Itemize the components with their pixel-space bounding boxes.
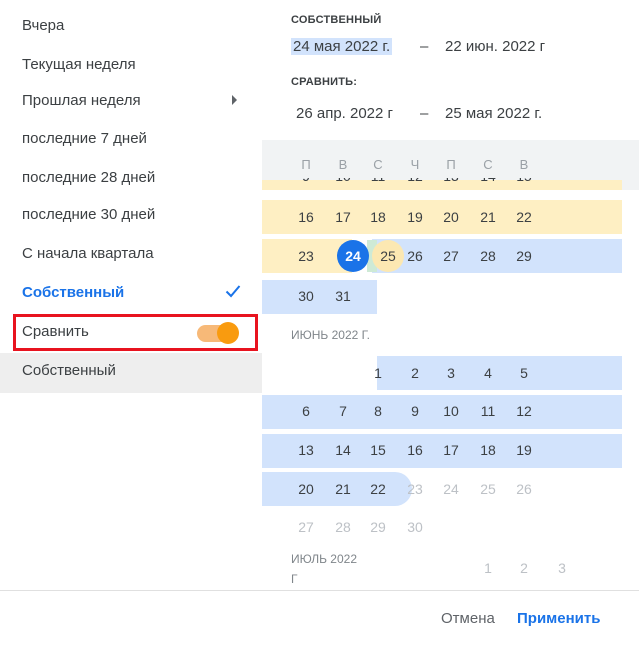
compare-end-field[interactable]: 25 мая 2022 г. — [445, 103, 542, 125]
calendar-day[interactable]: 2 — [509, 558, 539, 578]
calendar-day[interactable]: 19 — [400, 207, 430, 227]
calendar-day[interactable]: 27 — [436, 246, 466, 266]
month-label-wrap: Г — [291, 572, 298, 586]
calendar-day[interactable]: 10 — [436, 401, 466, 421]
weekday-label: П — [446, 157, 456, 172]
calendar-day[interactable]: 17 — [328, 207, 358, 227]
preset-last-28-days[interactable]: последние 28 дней — [22, 166, 155, 190]
calendar-day[interactable]: 24 — [436, 479, 466, 499]
cancel-button[interactable]: Отмена — [441, 610, 495, 627]
weekday-label: В — [519, 157, 529, 172]
check-icon — [225, 285, 241, 298]
calendar-day[interactable]: 20 — [291, 479, 321, 499]
calendar-day[interactable]: 3 — [436, 363, 466, 383]
compare-dash: – — [420, 105, 429, 122]
weekday-label: В — [338, 157, 348, 172]
calendar-day[interactable]: 15 — [509, 178, 539, 186]
calendar-day[interactable]: 18 — [363, 207, 393, 227]
calendar-day[interactable]: 9 — [400, 401, 430, 421]
range-dash: – — [420, 38, 429, 55]
scrolled-row: 9 10 11 12 13 14 15 — [262, 178, 639, 186]
calendar-day[interactable]: 15 — [363, 440, 393, 460]
preset-last-7-days[interactable]: последние 7 дней — [22, 127, 147, 151]
calendar-day[interactable]: 29 — [363, 517, 393, 537]
range-end-field[interactable]: 22 июн. 2022 г — [445, 36, 565, 58]
preset-last-30-days[interactable]: последние 30 дней — [22, 203, 155, 227]
calendar-day[interactable]: 11 — [363, 178, 393, 186]
calendar-day[interactable]: 27 — [291, 517, 321, 537]
calendar-day[interactable]: 14 — [473, 178, 503, 186]
calendar-day[interactable]: 1 — [473, 558, 503, 578]
calendar-day[interactable]: 4 — [473, 363, 503, 383]
month-label: ИЮЛЬ 2022 — [291, 552, 357, 566]
preset-current-week[interactable]: Текущая неделя — [22, 53, 136, 77]
compare-preset-custom[interactable]: Собственный — [22, 359, 116, 383]
calendar-day[interactable]: 8 — [363, 401, 393, 421]
calendar-day[interactable]: 10 — [328, 178, 358, 186]
preset-yesterday[interactable]: Вчера — [22, 14, 64, 38]
calendar-day[interactable]: 16 — [291, 207, 321, 227]
calendar-day[interactable]: 1 — [363, 363, 393, 383]
range-start-field[interactable]: 24 мая 2022 г. — [291, 36, 393, 58]
calendar-day[interactable]: 22 — [363, 479, 393, 499]
calendar-day-selected[interactable]: 24 — [338, 246, 368, 266]
weekday-label: С — [373, 157, 383, 172]
apply-button[interactable]: Применить — [517, 610, 600, 627]
date-range-picker: Вчера Текущая неделя Прошлая неделя посл… — [0, 0, 639, 650]
calendar-day[interactable]: 31 — [328, 286, 358, 306]
preset-custom[interactable]: Собственный — [22, 281, 124, 305]
calendar-day[interactable]: 22 — [509, 207, 539, 227]
calendar-day[interactable]: 12 — [509, 401, 539, 421]
calendar-day[interactable]: 17 — [436, 440, 466, 460]
weekday-label: Ч — [410, 157, 420, 172]
calendar-day[interactable]: 21 — [328, 479, 358, 499]
calendar-day[interactable]: 11 — [473, 401, 503, 421]
weekday-label: П — [301, 157, 311, 172]
compare-label: Сравнить — [22, 323, 89, 340]
range-caption: СОБСТВЕННЫЙ — [291, 14, 382, 26]
month-label: ИЮНЬ 2022 Г. — [291, 328, 371, 342]
compare-caption: СРАВНИТЬ: — [291, 76, 358, 88]
range-start-value: 24 мая 2022 г. — [291, 38, 393, 55]
preset-list: Вчера Текущая неделя Прошлая неделя посл… — [0, 0, 262, 590]
calendar-day[interactable]: 3 — [547, 558, 577, 578]
calendar-day[interactable]: 13 — [436, 178, 466, 186]
weekday-label: С — [483, 157, 493, 172]
calendar-day[interactable]: 12 — [400, 178, 430, 186]
calendar-day[interactable]: 25 — [373, 246, 403, 266]
calendar-day[interactable]: 5 — [509, 363, 539, 383]
calendar-day[interactable]: 2 — [400, 363, 430, 383]
calendar-day[interactable]: 25 — [473, 479, 503, 499]
preset-quarter-to-date[interactable]: С начала квартала — [22, 242, 154, 266]
calendar-day[interactable]: 28 — [473, 246, 503, 266]
calendar-day[interactable]: 23 — [400, 479, 430, 499]
calendar-day[interactable]: 7 — [328, 401, 358, 421]
compare-toggle-knob[interactable] — [217, 322, 239, 344]
calendar-day[interactable]: 20 — [436, 207, 466, 227]
calendar-day[interactable]: 28 — [328, 517, 358, 537]
calendar-day[interactable]: 9 — [291, 178, 321, 186]
calendar-day[interactable]: 6 — [291, 401, 321, 421]
submenu-arrow-icon — [232, 95, 237, 105]
preset-last-week[interactable]: Прошлая неделя — [22, 89, 141, 113]
calendar-day[interactable]: 30 — [291, 286, 321, 306]
calendar-day[interactable]: 21 — [473, 207, 503, 227]
calendar-day[interactable]: 14 — [328, 440, 358, 460]
calendar-day[interactable]: 19 — [509, 440, 539, 460]
calendar-day[interactable]: 16 — [400, 440, 430, 460]
calendar-day[interactable]: 23 — [291, 246, 321, 266]
compare-start-field[interactable]: 26 апр. 2022 г — [296, 103, 393, 125]
calendar-day[interactable]: 29 — [509, 246, 539, 266]
calendar-day[interactable]: 13 — [291, 440, 321, 460]
calendar-day[interactable]: 26 — [509, 479, 539, 499]
action-bar: Отмена Применить — [0, 590, 639, 650]
calendar-day[interactable]: 30 — [400, 517, 430, 537]
calendar-day[interactable]: 18 — [473, 440, 503, 460]
calendar-day[interactable]: 26 — [400, 246, 430, 266]
